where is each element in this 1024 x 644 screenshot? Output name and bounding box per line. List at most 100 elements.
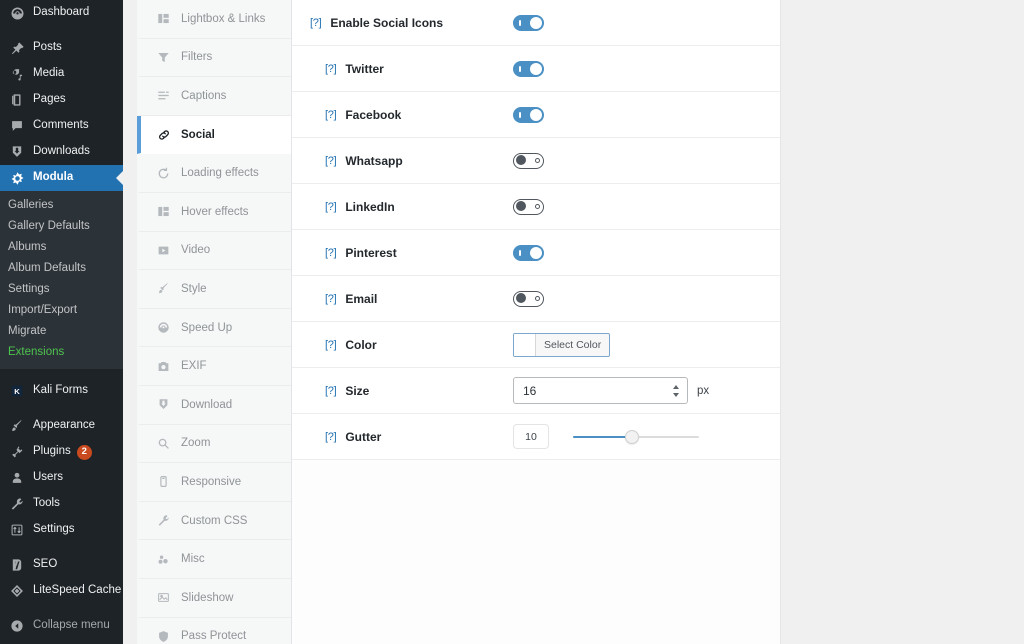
help-icon[interactable]: [?] [325,385,337,397]
sidebar-item-pages[interactable]: Pages [0,87,123,113]
submenu-item-extensions[interactable]: Extensions [0,342,123,363]
row-size: [?] Size 16 px [292,368,780,414]
sidebar-item-label: LiteSpeed Cache [33,584,122,597]
label-group: [?] LinkedIn [325,200,513,214]
help-icon[interactable]: [?] [325,201,337,213]
toggle-whatsapp[interactable] [513,152,544,169]
sidebar-item-label: Users [33,471,64,484]
toggle-knob [530,108,542,121]
tab-download[interactable]: Download [137,385,291,425]
seo-yoast-icon [8,556,26,574]
sidebar-item-kali-forms[interactable]: K Kali Forms [0,378,123,404]
label-group: [?] Gutter [325,430,513,444]
submenu-item-gallery-defaults[interactable]: Gallery Defaults [0,216,123,237]
option-label: Twitter [345,61,384,76]
submenu-item-settings[interactable]: Settings [0,279,123,300]
tab-slideshow[interactable]: Slideshow [137,578,291,618]
dashboard-icon [8,4,26,22]
sidebar-separator [0,404,123,413]
row-enable-social-icons: [?] Enable Social Icons [292,0,780,46]
pages-icon [8,91,26,109]
tab-pass-protect[interactable]: Pass Protect [137,617,291,644]
sidebar-item-label: SEO [33,558,58,571]
select-color-label: Select Color [544,338,602,351]
submenu-item-albums[interactable]: Albums [0,237,123,258]
sidebar-gap [123,0,137,644]
help-icon[interactable]: [?] [325,247,337,259]
tab-custom-css[interactable]: Custom CSS [137,501,291,541]
help-icon[interactable]: [?] [325,293,337,305]
sidebar-item-label: Tools [33,497,60,510]
sidebar-item-label: Plugins [33,445,71,458]
toggle-knob [515,293,526,303]
admin-screen: Dashboard Posts Media Pages Comments Dow… [0,0,1024,644]
help-icon[interactable]: [?] [325,339,337,351]
tab-social[interactable]: Social [137,115,291,155]
toggle-knob [530,16,542,29]
toggle-bar [519,249,521,256]
sidebar-item-label: Pages [33,93,66,106]
option-label: Pinterest [345,245,397,260]
toggle-bar [534,203,540,209]
tab-lightbox-links[interactable]: Lightbox & Links [137,0,291,39]
sidebar-item-media[interactable]: Media [0,61,123,87]
tab-loading-effects[interactable]: Loading effects [137,154,291,193]
tab-captions[interactable]: Captions [137,77,291,116]
size-input[interactable]: 16 [513,377,688,404]
toggle-facebook[interactable] [513,106,544,123]
sidebar-item-comments[interactable]: Comments [0,113,123,139]
slideshow-images-icon [155,589,172,606]
sidebar-separator [0,26,123,35]
responsive-mobile-icon [155,473,172,490]
sidebar-item-downloads[interactable]: Downloads [0,139,123,165]
tab-video[interactable]: Video [137,231,291,271]
help-icon[interactable]: [?] [325,63,337,75]
slider-thumb[interactable] [625,429,640,444]
filter-funnel-icon [155,49,172,66]
sidebar-item-posts[interactable]: Posts [0,35,123,61]
option-label: Facebook [345,107,402,122]
tab-filters[interactable]: Filters [137,38,291,78]
gutter-value-input[interactable]: 10 [513,424,549,449]
toggle-linkedin[interactable] [513,198,544,215]
help-icon[interactable]: [?] [310,17,322,29]
tab-responsive[interactable]: Responsive [137,463,291,502]
toggle-pinterest[interactable] [513,244,544,261]
tab-speed-up[interactable]: Speed Up [137,308,291,348]
submenu-item-import-export[interactable]: Import/Export [0,300,123,321]
sidebar-item-collapse-menu[interactable]: Collapse menu [0,613,123,639]
sidebar-item-modula[interactable]: Modula [0,165,123,191]
help-icon[interactable]: [?] [325,155,337,167]
modula-settings-tabs: Lightbox & Links Filters Captions Social [137,0,292,644]
sidebar-item-dashboard[interactable]: Dashboard [0,0,123,26]
size-stepper[interactable] [671,382,681,400]
toggle-enable-social-icons[interactable] [513,14,544,31]
label-group: [?] Twitter [325,62,513,76]
select-color-button[interactable]: Select Color [513,332,611,357]
sidebar-item-users[interactable]: Users [0,465,123,491]
tab-hover-effects[interactable]: Hover effects [137,192,291,232]
toggle-email[interactable] [513,290,544,307]
tab-style[interactable]: Style [137,270,291,309]
tab-label: Filters [181,51,213,64]
sidebar-item-litespeed-cache[interactable]: LiteSpeed Cache [0,578,123,604]
sidebar-item-seo[interactable]: SEO [0,552,123,578]
sidebar-item-tools[interactable]: Tools [0,491,123,517]
submenu-item-migrate[interactable]: Migrate [0,321,123,342]
tab-misc[interactable]: Misc [137,540,291,579]
submenu-item-album-defaults[interactable]: Album Defaults [0,258,123,279]
comments-icon [8,117,26,135]
help-icon[interactable]: [?] [325,109,337,121]
sidebar-item-plugins[interactable]: Plugins 2 [0,439,123,465]
submenu-item-galleries[interactable]: Galleries [0,195,123,216]
toggle-twitter[interactable] [513,60,544,77]
sidebar-item-appearance[interactable]: Appearance [0,413,123,439]
option-label: LinkedIn [345,199,395,214]
gutter-slider[interactable] [573,428,699,446]
tab-exif[interactable]: EXIF [137,347,291,386]
style-brush-icon [155,280,172,297]
download-icon [8,143,26,161]
tab-zoom[interactable]: Zoom [137,424,291,464]
sidebar-item-settings[interactable]: Settings [0,517,123,543]
help-icon[interactable]: [?] [325,431,337,443]
